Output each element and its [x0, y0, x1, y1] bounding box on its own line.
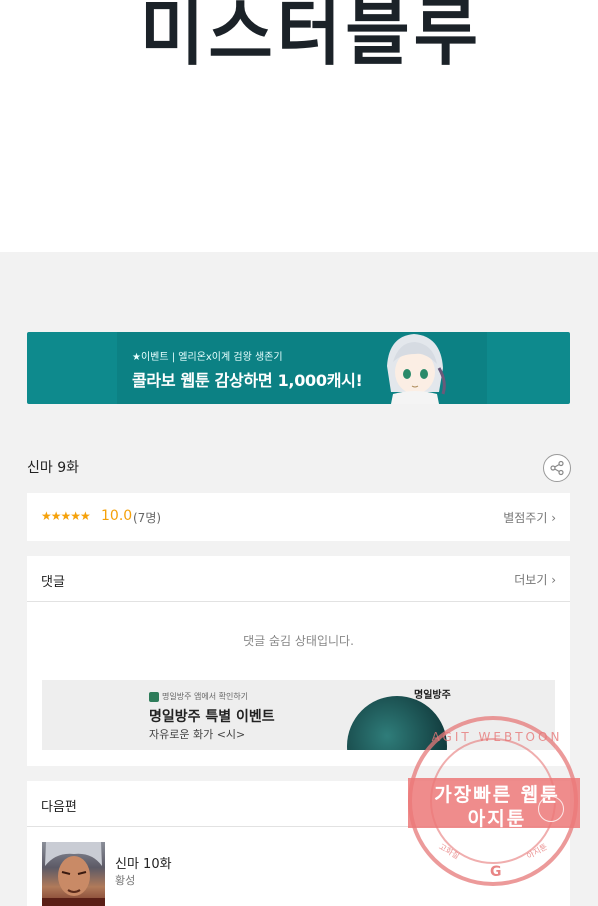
ad-small-text: 명일방주 앱에서 확인하기 — [149, 691, 248, 702]
rating-card: ★★★★★ 10.0 (7명) 별점주기 › — [27, 493, 570, 541]
banner-small-text: ★이벤트 | 엘리온x이계 검왕 생존기 — [132, 352, 283, 363]
ad-title: 명일방주 특별 이벤트 — [149, 709, 275, 725]
watermark-g-mark: G — [490, 864, 502, 880]
next-label: 다음편 — [41, 800, 77, 815]
event-banner[interactable]: ★이벤트 | 엘리온x이계 검왕 생존기 콜라보 웹툰 감상하면 1,000캐시… — [27, 332, 570, 404]
app-icon — [149, 691, 159, 702]
episode-title: 신마 9화 — [27, 460, 79, 476]
rating-score: 10.0 — [101, 508, 133, 524]
comments-hidden-message: 댓글 숨김 상태입니다. — [243, 634, 354, 648]
next-episode-thumbnail[interactable] — [42, 842, 105, 906]
share-button[interactable] — [543, 454, 571, 482]
ad-subtitle: 자유로운 화가 <시> — [149, 728, 246, 741]
share-icon — [550, 460, 564, 476]
rating-stars: ★★★★★ — [41, 509, 91, 523]
thumbnail-art — [42, 842, 105, 906]
divider — [27, 601, 570, 602]
watermark-arc-text: AGIT WEBTOON — [431, 730, 563, 744]
ad-logo: 명일방주 — [414, 690, 451, 701]
ad-small-label: 명일방주 앱에서 확인하기 — [162, 692, 249, 701]
next-episode-title[interactable]: 신마 10화 — [115, 853, 172, 872]
header-area: 미스터블루 — [0, 0, 598, 252]
rating-count: (7명) — [133, 511, 162, 525]
page-title: 미스터블루 — [140, 0, 482, 76]
comments-more-link[interactable]: 더보기 › — [514, 571, 556, 588]
next-episode-author: 황성 — [115, 874, 136, 887]
banner-headline: 콜라보 웹툰 감상하면 1,000캐시! — [132, 371, 363, 390]
bell-icon — [538, 796, 564, 822]
rate-button[interactable]: 별점주기 › — [503, 509, 556, 526]
comments-label: 댓글 — [41, 575, 65, 590]
watermark-stamp: AGIT WEBTOON 가장빠른 웹툰 아지툰 고화질 아지툰 G — [408, 716, 580, 886]
banner-character-image — [387, 334, 446, 404]
